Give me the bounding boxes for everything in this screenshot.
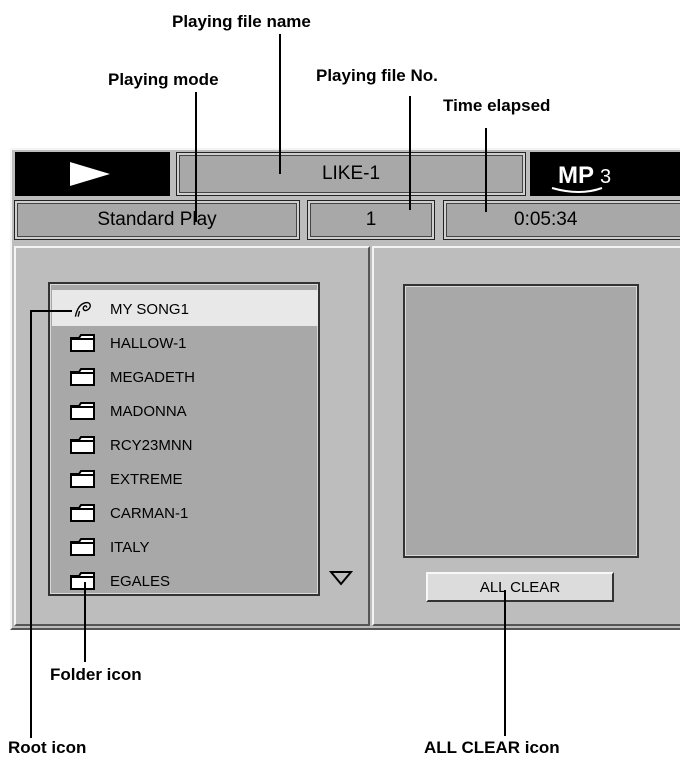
list-item-label: RCY23MNN — [110, 436, 193, 454]
callout-folder-icon: Folder icon — [50, 665, 142, 684]
svg-text:3: 3 — [600, 166, 611, 188]
callout-root-icon: Root icon — [8, 738, 87, 757]
play-indicator — [15, 152, 170, 196]
list-item-folder[interactable]: MADONNA — [70, 394, 187, 428]
list-item-label: MADONNA — [110, 402, 187, 420]
playing-file-name-field: LIKE-1 — [176, 152, 526, 196]
callout-all-clear-icon: ALL CLEAR icon — [424, 738, 560, 757]
folder-icon — [70, 470, 95, 488]
leader-folder-icon-v — [84, 582, 86, 662]
list-item-label: MY SONG1 — [110, 300, 189, 318]
list-item-label: ITALY — [110, 538, 150, 556]
root-icon — [74, 301, 91, 317]
leader-file-name — [279, 34, 281, 174]
mp3-logo: MP 3 — [551, 162, 611, 193]
list-item-root[interactable]: MY SONG1 — [70, 292, 189, 326]
play-icon — [70, 162, 110, 186]
folder-icon — [70, 368, 95, 386]
list-item-folder[interactable]: ITALY — [70, 530, 149, 564]
time-elapsed-field: 0:05:34 — [443, 200, 680, 240]
callout-playing-file-no: Playing file No. — [316, 66, 438, 85]
playing-file-no-field: 1 — [307, 200, 435, 240]
list-item-folder[interactable]: MEGADETH — [70, 360, 195, 394]
callout-playing-mode: Playing mode — [108, 70, 219, 89]
playing-mode: Standard Play — [97, 209, 217, 230]
all-clear-button[interactable]: ALL CLEAR — [426, 572, 614, 602]
list-item-label: MEGADETH — [110, 368, 196, 386]
program-list[interactable] — [403, 284, 639, 558]
list-item-label: EXTREME — [110, 470, 183, 488]
list-item-label: HALLOW-1 — [110, 334, 187, 352]
list-item-folder[interactable]: RCY23MNN — [70, 428, 193, 462]
playing-mode-field: Standard Play — [14, 200, 300, 240]
mp3-logo-box: MP 3 — [530, 152, 680, 196]
folder-icon — [70, 504, 95, 522]
leader-root-icon-h — [30, 310, 72, 312]
list-item-folder[interactable]: EXTREME — [70, 462, 183, 496]
folder-icon — [70, 572, 95, 590]
callout-time-elapsed: Time elapsed — [443, 96, 551, 115]
list-item-folder[interactable]: CARMAN-1 — [70, 496, 188, 530]
leader-file-no — [409, 96, 411, 210]
time-elapsed: 0:05:34 — [514, 209, 578, 230]
leader-root-icon-v — [30, 310, 32, 738]
list-item-folder[interactable]: HALLOW-1 — [70, 326, 186, 360]
playing-file-no: 1 — [365, 209, 377, 230]
folder-icon — [70, 334, 95, 352]
folder-icon — [70, 538, 95, 556]
triangle-down-icon[interactable] — [329, 570, 353, 586]
playing-file-name: LIKE-1 — [321, 163, 381, 184]
callout-playing-file-name: Playing file name — [172, 12, 311, 31]
all-clear-label: ALL CLEAR — [479, 578, 561, 596]
leader-all-clear — [504, 590, 506, 736]
folder-icon — [70, 402, 95, 420]
svg-text:MP: MP — [558, 162, 594, 189]
list-item-label: CARMAN-1 — [110, 504, 189, 522]
leader-time — [485, 128, 487, 212]
leader-mode — [195, 92, 197, 222]
folder-icon — [70, 436, 95, 454]
list-item-label: EGALES — [110, 572, 171, 590]
